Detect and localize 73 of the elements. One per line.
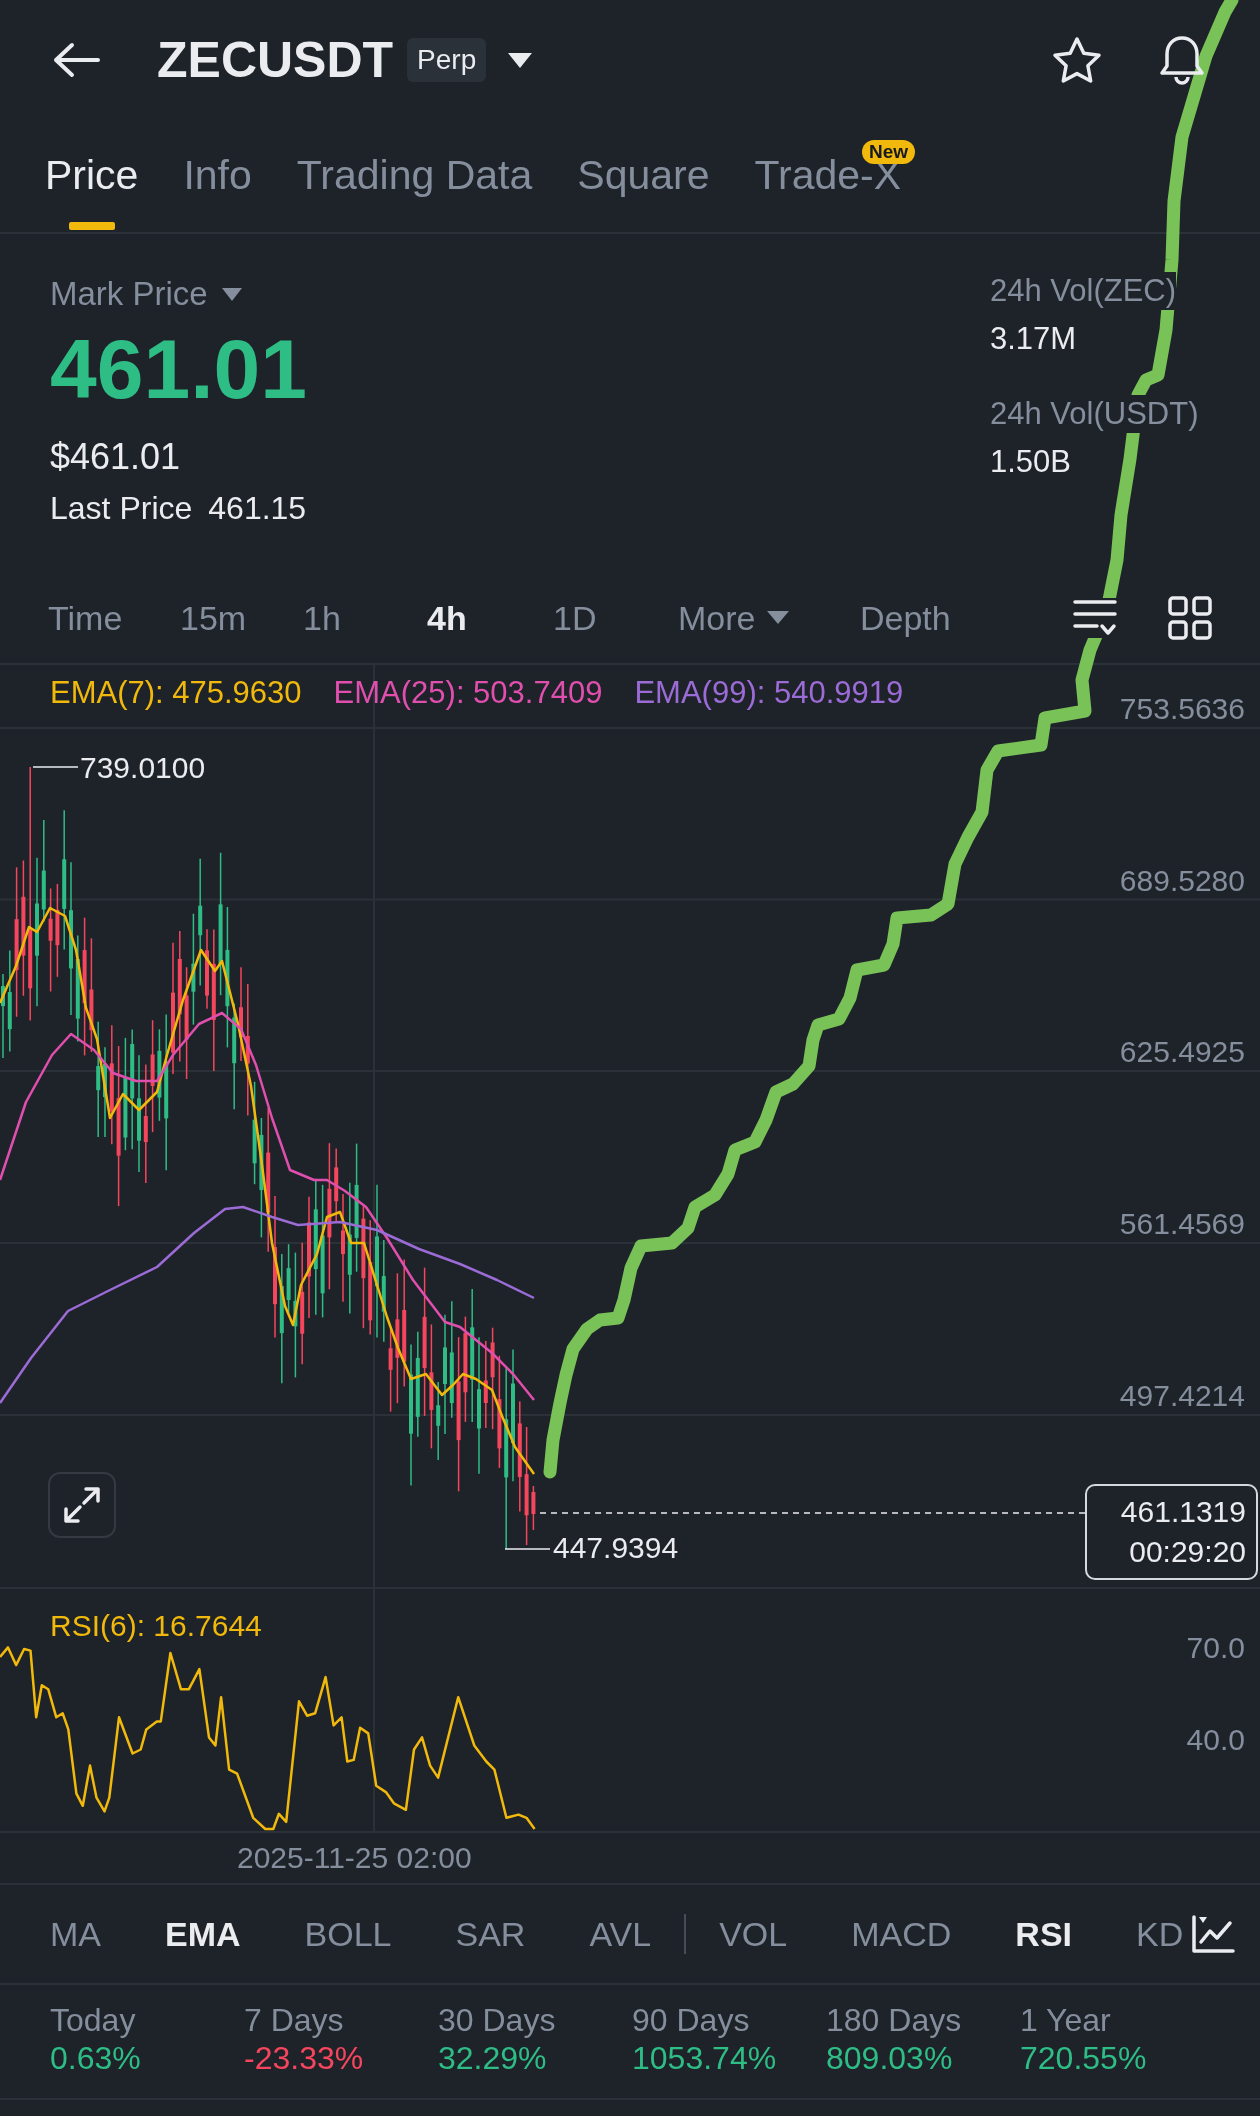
period-change: 1053.74% bbox=[632, 2039, 777, 2077]
low-price-label: 447.9394 bbox=[553, 1530, 679, 1566]
caret-down-icon bbox=[221, 287, 242, 301]
last-price-label: Last Price bbox=[50, 489, 193, 528]
period-label: 180 Days bbox=[826, 2001, 962, 2039]
price-axis-label: 689.5280 bbox=[1119, 862, 1245, 899]
mark-price: 461.01 bbox=[50, 323, 307, 415]
caret-down-icon bbox=[767, 611, 790, 624]
period-label: 30 Days bbox=[438, 2001, 556, 2039]
volume-value: 3.17M bbox=[990, 320, 1078, 358]
period-label: Today bbox=[50, 2001, 136, 2039]
tab[interactable]: Square bbox=[577, 120, 710, 232]
period-change: 0.63% bbox=[50, 2039, 141, 2077]
indicator-tab[interactable]: AVL bbox=[589, 1912, 652, 1956]
chart-tab[interactable]: 4h bbox=[427, 595, 467, 640]
period-label: 7 Days bbox=[244, 2001, 344, 2039]
rsi-legend-label: RSI(6): 16.7644 bbox=[50, 1608, 262, 1644]
bell-icon[interactable] bbox=[1158, 34, 1206, 86]
rsi-axis-label: 40.0 bbox=[1186, 1722, 1245, 1758]
period-change: 32.29% bbox=[438, 2039, 547, 2077]
tab[interactable]: Trade-X New bbox=[754, 120, 916, 232]
countdown-timer: 00:29:20 bbox=[1128, 1534, 1246, 1570]
period-change: 809.03% bbox=[826, 2039, 953, 2077]
indicator-tab[interactable]: MACD bbox=[851, 1912, 952, 1956]
period-label: 1 Year bbox=[1020, 2001, 1111, 2039]
chart-tab[interactable]: 1D bbox=[553, 595, 597, 640]
more-dropdown[interactable]: More bbox=[678, 595, 790, 640]
caret-down-icon[interactable] bbox=[508, 52, 533, 68]
new-tag: New bbox=[862, 140, 916, 164]
chart-tab[interactable]: Time bbox=[48, 595, 123, 640]
ema-legend-label: EMA(99): 540.9919 bbox=[634, 674, 904, 712]
price-type-dropdown[interactable]: Mark Price bbox=[50, 274, 242, 314]
last-price-value: 461.15 bbox=[208, 489, 307, 528]
grid-icon[interactable] bbox=[1168, 595, 1212, 640]
indicator-tab[interactable]: EMA bbox=[165, 1912, 241, 1956]
expand-button[interactable] bbox=[48, 1472, 116, 1538]
contract-type-tag[interactable]: Perp bbox=[407, 38, 487, 82]
line-chart-icon[interactable] bbox=[1191, 1914, 1235, 1954]
rsi-axis-label: 70.0 bbox=[1186, 1630, 1245, 1666]
tab[interactable]: Trading Data bbox=[296, 120, 533, 232]
period-change: -23.33% bbox=[244, 2039, 364, 2077]
time-axis-label: 2025-11-25 02:00 bbox=[237, 1840, 472, 1876]
price-axis-label: 497.4214 bbox=[1119, 1377, 1245, 1414]
price-axis-label: 561.4569 bbox=[1119, 1206, 1245, 1243]
mark-price-usd: $461.01 bbox=[50, 435, 182, 479]
back-icon[interactable] bbox=[52, 42, 100, 78]
price-axis-label: 753.5636 bbox=[1119, 691, 1245, 727]
period-label: 90 Days bbox=[632, 2001, 750, 2039]
low-leader-line bbox=[504, 1548, 551, 1550]
ema-legend-label: EMA(25): 503.7409 bbox=[333, 674, 603, 712]
indicator-tab[interactable]: SAR bbox=[455, 1912, 526, 1956]
indicator-tab[interactable]: MA bbox=[50, 1912, 101, 1956]
current-price: 461.1319 bbox=[1119, 1494, 1246, 1530]
tab[interactable]: Price bbox=[45, 120, 139, 232]
volume-value: 1.50B bbox=[990, 443, 1072, 481]
high-price-label: 739.0100 bbox=[80, 750, 206, 786]
expand-icon bbox=[62, 1485, 102, 1525]
volume-label: 24h Vol(USDT) bbox=[990, 395, 1199, 433]
ema-legend-label: EMA(7): 475.9630 bbox=[50, 674, 302, 712]
period-change: 720.55% bbox=[1020, 2039, 1147, 2077]
high-leader-line bbox=[32, 766, 79, 768]
indicator-tab[interactable]: KD bbox=[1136, 1912, 1184, 1956]
volume-label: 24h Vol(ZEC) bbox=[990, 272, 1177, 310]
chart-tab[interactable]: 15m bbox=[180, 595, 247, 640]
indicator-tab[interactable]: RSI bbox=[1015, 1912, 1073, 1956]
tab[interactable]: Info bbox=[183, 120, 252, 232]
indicator-tab[interactable]: VOL bbox=[719, 1912, 788, 1956]
chart-tab[interactable]: Depth bbox=[860, 595, 951, 640]
star-icon[interactable] bbox=[1051, 36, 1103, 84]
chart-tab[interactable]: 1h bbox=[303, 595, 341, 640]
indicator-tab[interactable]: BOLL bbox=[304, 1912, 392, 1956]
price-axis-label: 625.4925 bbox=[1119, 1034, 1245, 1071]
symbol-title: ZECUSDT bbox=[157, 31, 394, 90]
